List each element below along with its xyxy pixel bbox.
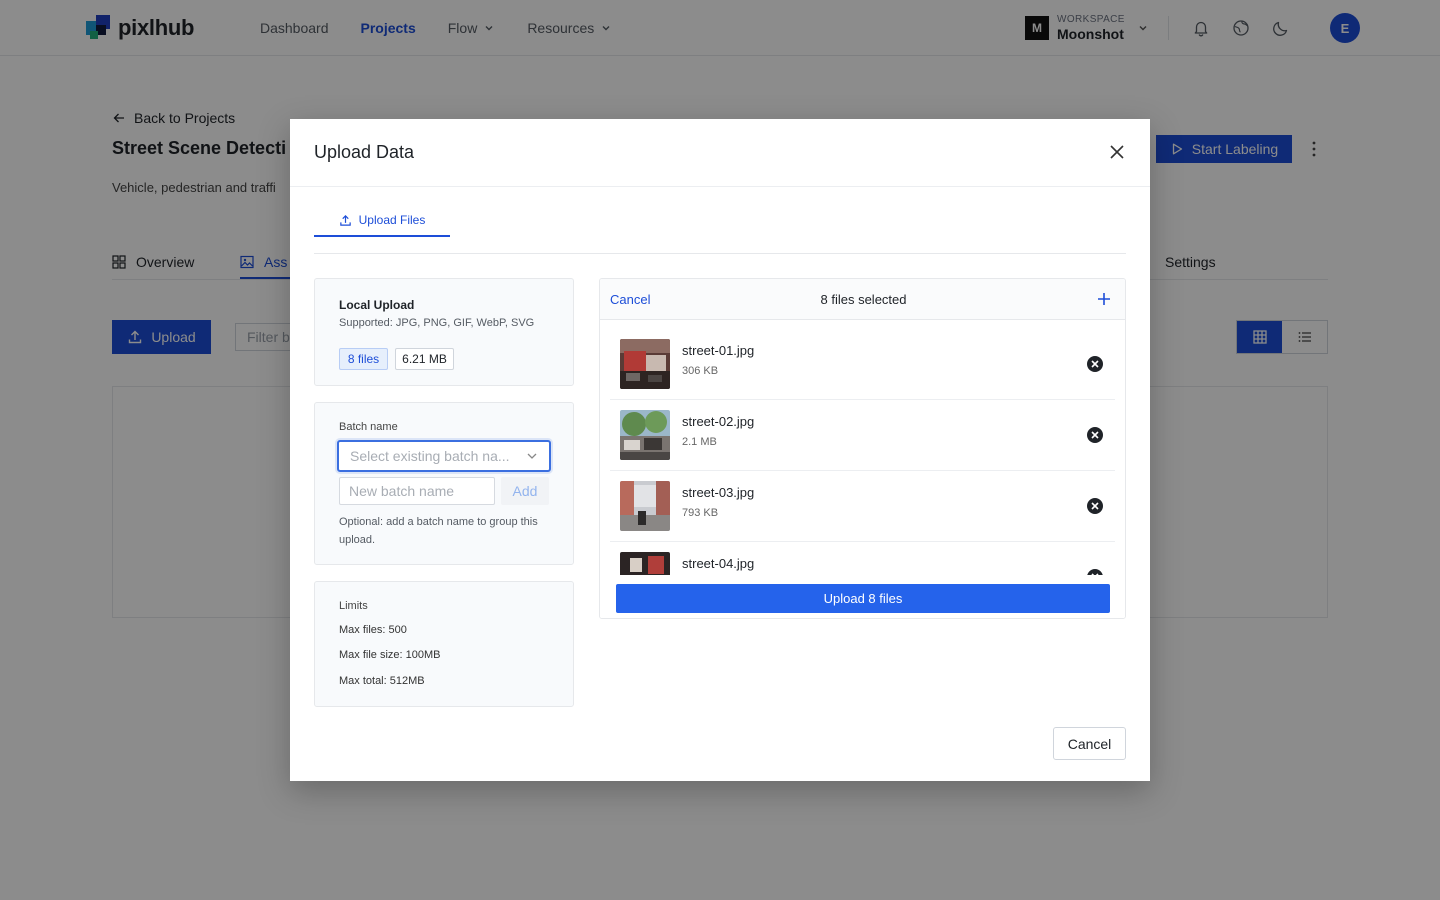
batch-name-card: Batch name Select existing batch na... N… — [314, 402, 574, 565]
upload-files-button[interactable]: Upload 8 files — [616, 584, 1110, 613]
batch-name-label: Batch name — [339, 421, 398, 433]
tab-label: Upload Files — [358, 213, 426, 227]
limit-max-files: Max files: 500 — [339, 624, 407, 636]
file-name: street-03.jpg — [682, 485, 755, 500]
modal-header: Upload Data — [290, 119, 1150, 187]
add-batch-button[interactable]: Add — [501, 477, 549, 505]
file-thumbnail — [620, 481, 670, 531]
file-row: street-02.jpg 2.1 MB — [610, 400, 1115, 471]
remove-file-icon[interactable] — [1086, 568, 1104, 575]
file-name: street-02.jpg — [682, 414, 755, 429]
local-upload-title: Local Upload — [339, 298, 415, 312]
close-icon[interactable] — [1108, 143, 1126, 161]
upload-icon — [339, 214, 351, 226]
total-size-badge: 6.21 MB — [395, 348, 454, 370]
selected-files-panel: 8 files selected Cancel street-01.jpg 30… — [599, 278, 1126, 619]
file-name: street-04.jpg — [682, 556, 755, 571]
limit-max-file-size: Max file size: 100MB — [339, 649, 441, 661]
file-thumbnail — [620, 339, 670, 389]
modal-tabs: Upload Files — [314, 205, 1126, 254]
file-name: street-01.jpg — [682, 343, 755, 358]
cancel-selection-button[interactable]: Cancel — [610, 292, 650, 307]
file-thumbnail — [620, 410, 670, 460]
upload-data-modal: Upload Data Upload Files Local Upload Su… — [290, 119, 1150, 781]
batch-select-placeholder: Select existing batch na... — [350, 448, 510, 464]
file-size: 2.1 MB — [682, 436, 717, 448]
files-selected-count: 8 files selected — [820, 292, 907, 307]
add-files-icon[interactable] — [1096, 291, 1112, 307]
remove-file-icon[interactable] — [1086, 497, 1104, 515]
batch-name-select[interactable]: Select existing batch na... — [337, 440, 551, 472]
limits-card: Limits Max files: 500 Max file size: 100… — [314, 581, 574, 707]
remove-file-icon[interactable] — [1086, 426, 1104, 444]
files-count-badge: 8 files — [339, 348, 388, 370]
limit-max-total: Max total: 512MB — [339, 675, 425, 687]
chevron-down-icon — [525, 449, 539, 463]
remove-file-icon[interactable] — [1086, 355, 1104, 373]
files-panel-header: 8 files selected Cancel — [600, 279, 1125, 320]
file-size: 306 KB — [682, 365, 719, 377]
local-upload-card: Local Upload Supported: JPG, PNG, GIF, W… — [314, 278, 574, 386]
file-thumbnail — [620, 552, 670, 575]
supported-formats: Supported: JPG, PNG, GIF, WebP, SVG — [339, 317, 535, 329]
file-row: street-04.jpg — [610, 542, 1115, 575]
batch-help-text: Optional: add a batch name to group this… — [339, 516, 538, 546]
file-list: street-01.jpg 306 KB street-02.jpg 2.1 M… — [610, 329, 1115, 575]
file-size: 793 KB — [682, 507, 719, 519]
file-row: street-03.jpg 793 KB — [610, 471, 1115, 542]
file-row: street-01.jpg 306 KB — [610, 329, 1115, 400]
new-batch-name-input[interactable]: New batch name — [339, 477, 495, 505]
modal-title: Upload Data — [314, 142, 415, 162]
cancel-button[interactable]: Cancel — [1053, 727, 1126, 760]
limits-title: Limits — [339, 600, 368, 612]
tab-upload-files[interactable]: Upload Files — [314, 205, 450, 237]
